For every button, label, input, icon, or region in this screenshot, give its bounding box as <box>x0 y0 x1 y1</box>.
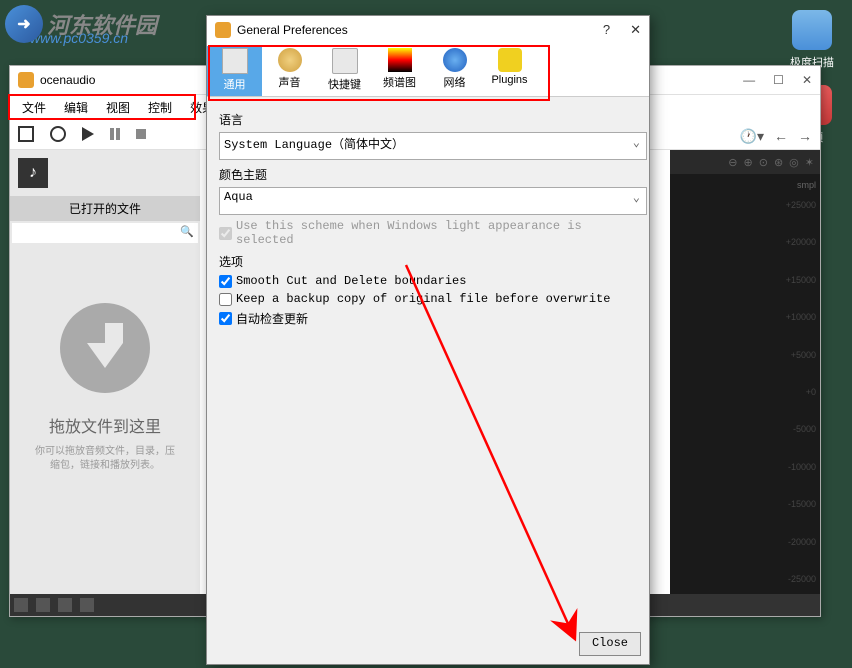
prefs-titlebar: General Preferences ? ✕ <box>207 16 649 44</box>
menu-view[interactable]: 视图 <box>98 97 138 118</box>
network-icon <box>443 48 467 72</box>
theme-select[interactable]: Aqua <box>219 187 647 215</box>
target-icon[interactable]: ◎ <box>789 156 799 169</box>
search-input[interactable] <box>12 223 198 243</box>
prefs-tabs: 通用 声音 快捷键 频谱图 网络 Plugins <box>207 44 649 97</box>
minimize-button[interactable]: — <box>743 73 755 87</box>
maximize-button[interactable]: ☐ <box>773 73 784 87</box>
opened-files-header: 已打开的文件 <box>10 196 200 221</box>
desktop-icon-scan[interactable]: 极度扫描 <box>782 10 842 70</box>
keyboard-icon <box>332 48 358 74</box>
sb-icon3[interactable] <box>58 598 72 612</box>
theme-label: 颜色主题 <box>219 166 637 183</box>
download-icon <box>60 303 150 393</box>
scheme-checkbox: Use this scheme when Windows light appea… <box>219 219 637 247</box>
watermark-logo-icon: ➜ <box>5 5 43 43</box>
stop-button[interactable] <box>18 126 34 142</box>
stop2-button[interactable] <box>136 129 146 139</box>
tab-sound[interactable]: 声音 <box>262 46 317 96</box>
close-button[interactable]: ✕ <box>802 73 812 87</box>
prefs-body: 语言 System Language（简体中文） 颜色主题 Aqua Use t… <box>207 97 649 339</box>
spectrum-icon <box>388 48 412 72</box>
menu-file[interactable]: 文件 <box>14 97 54 118</box>
settings-icon[interactable]: ✶ <box>805 156 814 169</box>
history-icon[interactable]: 🕐▾ <box>740 128 764 145</box>
sb-icon2[interactable] <box>36 598 50 612</box>
prefs-app-icon <box>215 22 231 38</box>
scan-icon <box>792 10 832 50</box>
zoom-in-icon[interactable]: ⊕ <box>744 156 753 169</box>
arrow-right-icon[interactable]: → <box>798 128 812 144</box>
record-button[interactable] <box>50 126 66 142</box>
general-icon <box>222 48 248 74</box>
language-label: 语言 <box>219 111 637 128</box>
smooth-cut-checkbox[interactable]: Smooth Cut and Delete boundaries <box>219 274 637 288</box>
help-button[interactable]: ? <box>603 22 610 38</box>
scale-unit: smpl <box>797 180 816 190</box>
zoom-out-icon[interactable]: ⊖ <box>728 156 737 169</box>
options-label: 选项 <box>219 253 637 270</box>
scale-marks: +25000 +20000 +15000 +10000 +5000 +0 -50… <box>776 200 816 584</box>
plugin-icon <box>498 48 522 72</box>
drop-subtitle1: 你可以拖放音频文件，目录，压 <box>10 445 200 459</box>
main-title: ocenaudio <box>40 73 95 87</box>
watermark-text: 河东软件园 <box>47 8 157 40</box>
menu-control[interactable]: 控制 <box>140 97 180 118</box>
drop-title: 拖放文件到这里 <box>10 413 200 437</box>
sidebar: ♪ 已打开的文件 拖放文件到这里 你可以拖放音频文件，目录，压 缩包，链接和播放… <box>10 150 200 616</box>
zoom-fit-icon[interactable]: ⊙ <box>759 156 768 169</box>
tab-shortcuts[interactable]: 快捷键 <box>317 46 372 96</box>
waveform-panel: ⊖ ⊕ ⊙ ⊛ ◎ ✶ smpl +25000 +20000 +15000 +1… <box>670 150 820 594</box>
sound-icon <box>278 48 302 72</box>
language-select[interactable]: System Language（简体中文） <box>219 132 647 160</box>
app-icon <box>18 72 34 88</box>
autoupdate-checkbox[interactable]: 自动检查更新 <box>219 310 637 327</box>
tab-general[interactable]: 通用 <box>207 46 262 96</box>
prefs-close-x[interactable]: ✕ <box>630 22 641 38</box>
tab-plugins[interactable]: Plugins <box>482 46 537 96</box>
menu-edit[interactable]: 编辑 <box>56 97 96 118</box>
tab-spectrum[interactable]: 频谱图 <box>372 46 427 96</box>
note-icon[interactable]: ♪ <box>18 158 48 188</box>
close-button[interactable]: Close <box>579 632 641 656</box>
sb-icon1[interactable] <box>14 598 28 612</box>
drop-area[interactable]: 拖放文件到这里 你可以拖放音频文件，目录，压 缩包，链接和播放列表。 <box>10 303 200 473</box>
zoom-toolbar: ⊖ ⊕ ⊙ ⊛ ◎ ✶ <box>670 150 820 174</box>
drop-subtitle2: 缩包，链接和播放列表。 <box>10 459 200 473</box>
sb-icon4[interactable] <box>80 598 94 612</box>
zoom-sel-icon[interactable]: ⊛ <box>774 156 783 169</box>
tab-network[interactable]: 网络 <box>427 46 482 96</box>
prefs-title: General Preferences <box>237 23 348 37</box>
arrow-left-icon[interactable]: ← <box>774 128 788 144</box>
preferences-dialog: General Preferences ? ✕ 通用 声音 快捷键 频谱图 网络… <box>206 15 650 665</box>
pause-button[interactable] <box>110 128 120 140</box>
backup-checkbox[interactable]: Keep a backup copy of original file befo… <box>219 292 637 306</box>
right-toolbar: 🕐▾ ← → <box>652 122 820 150</box>
watermark: ➜ 河东软件园 <box>5 5 157 43</box>
play-button[interactable] <box>82 127 94 141</box>
